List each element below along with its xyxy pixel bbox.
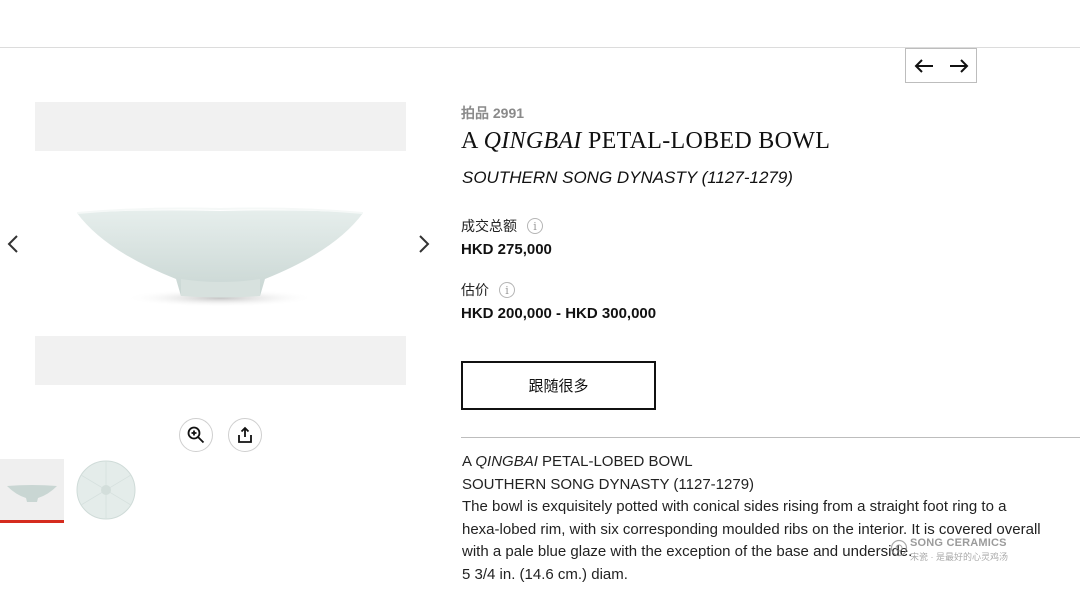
sold-price-label: 成交总额 i — [461, 216, 543, 236]
description-dimensions: 5 3/4 in. (14.6 cm.) diam. — [462, 565, 628, 583]
arrow-left-icon[interactable] — [911, 53, 937, 79]
arrow-right-icon[interactable] — [946, 53, 972, 79]
info-icon[interactable]: i — [499, 282, 515, 298]
watermark-logo-icon — [890, 539, 908, 557]
lot-number: 拍品 2991 — [461, 105, 525, 121]
share-icon[interactable] — [228, 418, 262, 452]
chevron-left-icon[interactable] — [3, 231, 23, 257]
lot-subtitle: SOUTHERN SONG DYNASTY (1127-1279) — [462, 168, 793, 187]
follow-button[interactable]: 跟随很多 — [461, 361, 656, 410]
description-title: A QINGBAI PETAL-LOBED BOWL — [462, 453, 693, 470]
estimate-value: HKD 200,000 - HKD 300,000 — [461, 305, 657, 322]
lot-title: A QINGBAI PETAL-LOBED BOWL — [461, 128, 831, 154]
lot-pager — [905, 48, 977, 83]
thumbnail-side-view[interactable] — [0, 459, 64, 523]
lot-description: A QINGBAI PETAL-LOBED BOWL SOUTHERN SONG… — [462, 451, 1080, 586]
description-divider — [461, 437, 1080, 438]
chevron-right-icon[interactable] — [414, 231, 434, 257]
thumbnail-top-view[interactable] — [74, 459, 138, 521]
watermark: SONG CERAMICS 宋瓷 · 是最好的心灵鸡汤 — [890, 537, 1020, 563]
active-thumbnail-indicator — [0, 520, 64, 523]
image-letterbox-top — [35, 102, 406, 151]
image-letterbox-bottom — [35, 336, 406, 385]
estimate-label: 估价 i — [461, 280, 515, 300]
lot-detail-page: 拍品 2991 A QINGBAI PETAL-LOBED BOWL SOUTH… — [0, 0, 1080, 594]
watermark-subtitle: 宋瓷 · 是最好的心灵鸡汤 — [910, 552, 1008, 562]
main-lot-image[interactable] — [35, 151, 406, 336]
sold-price-value: HKD 275,000 — [461, 241, 552, 258]
info-icon[interactable]: i — [527, 218, 543, 234]
zoom-in-icon[interactable] — [179, 418, 213, 452]
watermark-title: SONG CERAMICS — [910, 537, 1007, 549]
description-period: SOUTHERN SONG DYNASTY (1127-1279) — [462, 475, 755, 493]
description-body-line: The bowl is exquisitely potted with coni… — [462, 498, 1007, 515]
